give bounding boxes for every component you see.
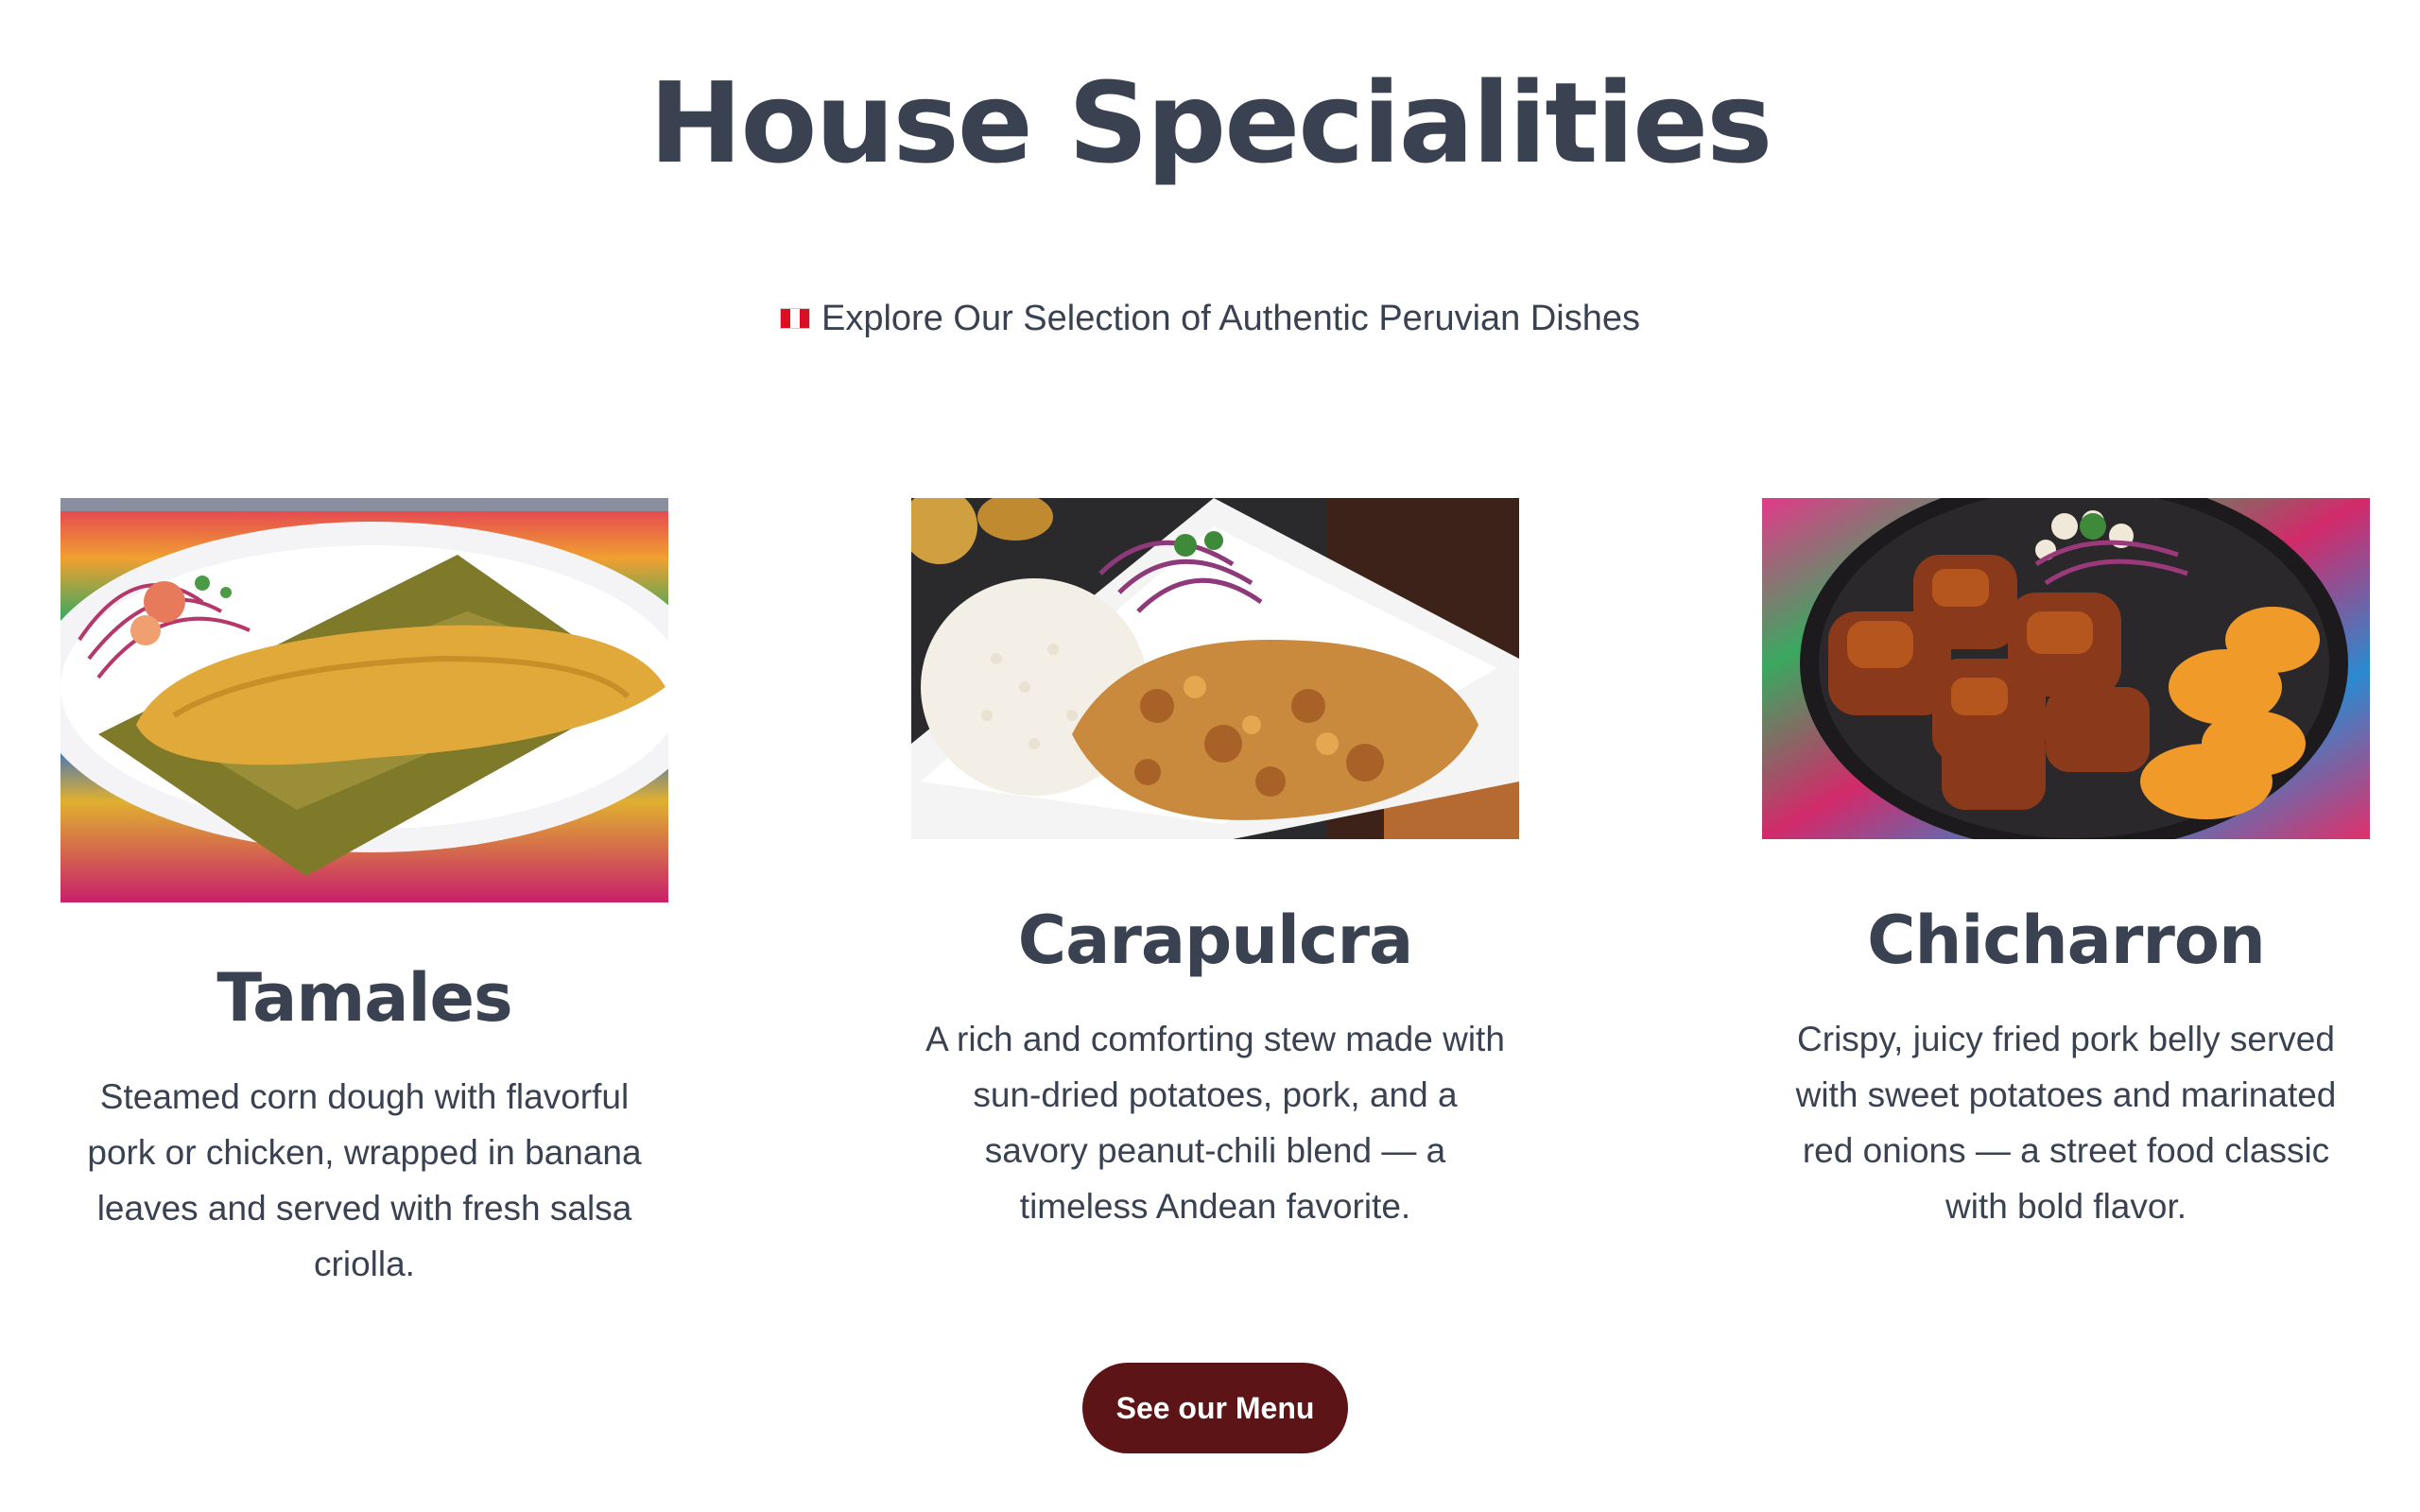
dish-title: Carapulcra (1017, 902, 1414, 979)
dish-title: Chicharron (1867, 902, 2266, 979)
dish-card-carapulcra: Carapulcra A rich and comforting stew ma… (911, 498, 1519, 1234)
see-menu-button[interactable]: See our Menu (1082, 1363, 1348, 1453)
dish-description: Crispy, juicy fried pork belly served wi… (1795, 1020, 2337, 1226)
dish-card-tamales: Tamales Steamed corn dough with flavorfu… (60, 498, 668, 1292)
dish-card-chicharron: Chicharron Crispy, juicy fried pork bell… (1762, 498, 2370, 1234)
dish-description: Steamed corn dough with flavorful pork o… (87, 1077, 642, 1283)
peru-flag-icon (779, 308, 810, 329)
page-subtitle: Explore Our Selection of Authentic Peruv… (0, 295, 2420, 342)
tamales-image (60, 498, 668, 902)
subtitle-text: Explore Our Selection of Authentic Peruv… (821, 299, 1641, 338)
carapulcra-image (911, 498, 1519, 839)
dish-description: A rich and comforting stew made with sun… (925, 1020, 1505, 1226)
dish-title: Tamales (216, 959, 512, 1037)
chicharron-image (1762, 498, 2370, 839)
page-title: House Specialities (648, 58, 1773, 188)
